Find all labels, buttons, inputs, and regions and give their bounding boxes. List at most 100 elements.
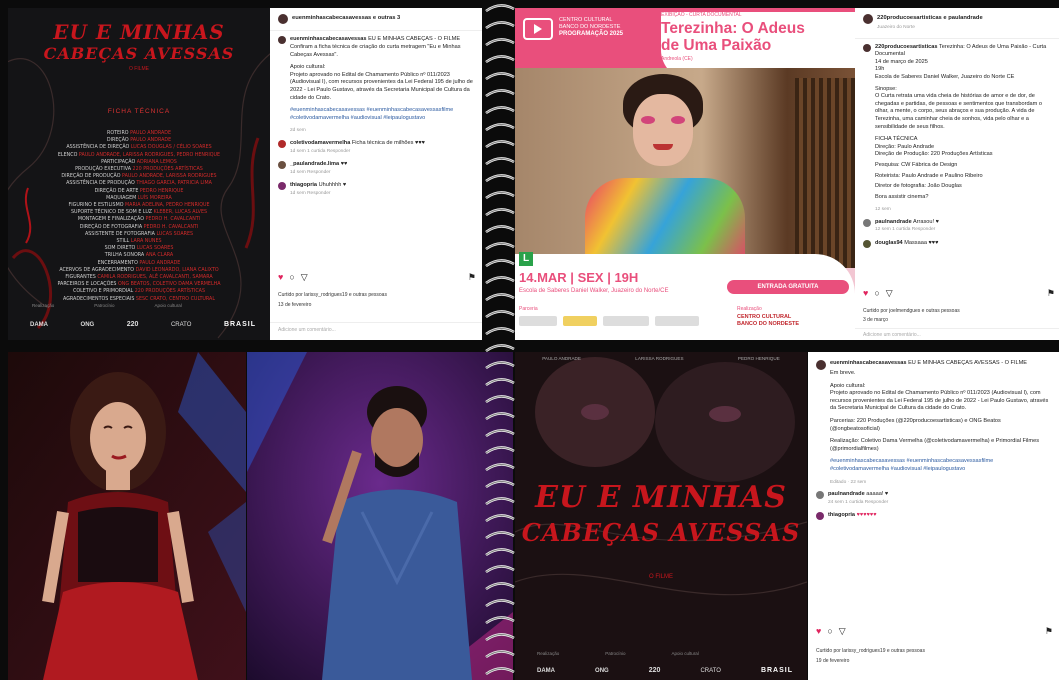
liked-by[interactable]: Curtido por larissy_rodrigues19 e outras… bbox=[278, 292, 387, 300]
credit-name: SESC CRATO, CENTRO CULTURAL bbox=[135, 296, 215, 302]
logo-ong: ONG bbox=[80, 321, 95, 328]
heart-icon[interactable]: ♥ bbox=[863, 289, 868, 298]
header-location[interactable]: Juazeiro do Norte bbox=[877, 24, 915, 32]
credit-row: FIGURINO E ESTILISMO MARIA ADELINA, PEDR… bbox=[28, 202, 250, 209]
credit-name: PEDRO H. CAVALCANTI bbox=[145, 217, 201, 223]
sponsor-logos: DAMA ONG 220 CRATO BRASIL bbox=[537, 667, 793, 674]
comment: coletivodamavermelha Ficha técnica de mi… bbox=[278, 139, 474, 155]
spiral-ring bbox=[485, 89, 515, 98]
header-username[interactable]: 220producoesartisticas e paulandrade bbox=[877, 15, 983, 23]
poster-background bbox=[515, 352, 807, 680]
caption-username[interactable]: 220producoesartisticas bbox=[875, 44, 938, 50]
avatar-icon[interactable] bbox=[278, 161, 286, 170]
caption-username[interactable]: euenminhascabecasavessas bbox=[290, 36, 367, 42]
spiral-ring bbox=[485, 344, 515, 353]
spiral-ring bbox=[485, 378, 515, 387]
credit-row: SOM DIRETO LUCAS SOARES bbox=[28, 245, 250, 252]
spiral-ring bbox=[485, 395, 515, 404]
credit-role: DIREÇÃO DE ARTE bbox=[94, 188, 139, 194]
post-caption: euenminhascabecasavessas EU E MINHAS CAB… bbox=[808, 352, 1059, 521]
event-line: 14 de março de 2025 bbox=[875, 58, 928, 65]
bookmark-icon[interactable]: ⚑ bbox=[1047, 289, 1055, 298]
comment-icon[interactable]: ○ bbox=[874, 289, 879, 298]
caption-username[interactable]: euenminhascabecasavessas bbox=[830, 360, 907, 366]
avatar-icon[interactable] bbox=[278, 14, 288, 24]
bookmark-icon[interactable]: ⚑ bbox=[468, 273, 476, 282]
credit-name: KLEBER, LUCAS ALVES bbox=[153, 210, 208, 216]
comment-username[interactable]: thiagopria bbox=[828, 512, 855, 518]
avatar-icon[interactable] bbox=[863, 218, 871, 227]
credit-row: DIREÇÃO DE ARTE PEDRO HENRIQUE bbox=[28, 188, 250, 195]
post-time: 2d sem bbox=[290, 128, 306, 134]
heart-icon[interactable]: ♥ bbox=[278, 273, 283, 282]
comment-username[interactable]: coletivodamavermelha bbox=[290, 140, 350, 146]
poster-subtitle: O FILME bbox=[128, 66, 149, 72]
credit-role: DIREÇÃO DE PRODUÇÃO bbox=[61, 174, 121, 180]
share-icon[interactable]: ▽ bbox=[886, 289, 893, 298]
add-comment-input[interactable]: Adicione um comentário... bbox=[855, 328, 1059, 340]
caption-line: euenminhascabecasavessas EU E MINHAS CAB… bbox=[816, 360, 1051, 370]
liked-by[interactable]: Curtido por joelmendgues e outras pessoa… bbox=[863, 308, 960, 316]
comment-meta[interactable]: 12 sem 1 curtida Responder bbox=[875, 227, 935, 232]
comment-meta[interactable]: 1d sem 1 curtida Responder bbox=[290, 149, 350, 154]
avatar-icon[interactable] bbox=[863, 14, 873, 24]
spiral-ring bbox=[485, 259, 515, 268]
add-comment-input[interactable]: Adicione um comentário... bbox=[270, 322, 482, 336]
cast-name: PEDRO HENRIQUE bbox=[737, 356, 780, 361]
comment-text: ♥♥♥♥♥♥ bbox=[856, 512, 877, 519]
comment-icon[interactable]: ○ bbox=[827, 627, 832, 636]
share-icon[interactable]: ▽ bbox=[839, 627, 846, 636]
credit-role: SUPORTE TÉCNICO DE SOM E LUZ bbox=[70, 210, 153, 216]
poster-title-line1: EU E MINHAS bbox=[53, 20, 225, 44]
comment-meta[interactable]: 1d sem Responder bbox=[290, 170, 331, 175]
spiral-ring bbox=[485, 242, 515, 251]
credit-row: DIREÇÃO DE FOTOGRAFIA PEDRO H. CAVALCANT… bbox=[28, 224, 250, 231]
spiral-ring bbox=[485, 157, 515, 166]
comment-username[interactable]: _paulandrade.lima bbox=[290, 161, 339, 167]
comment-meta[interactable]: 24 sem 1 curtida Responder bbox=[828, 500, 888, 505]
avatar-icon[interactable] bbox=[278, 139, 286, 148]
credit-role: ASSISTÊNCIA DE PRODUÇÃO bbox=[66, 181, 135, 187]
comment-username[interactable]: douglas94 bbox=[875, 240, 903, 246]
share-icon[interactable]: ▽ bbox=[301, 273, 308, 282]
partner-logos bbox=[519, 316, 699, 326]
bookmark-icon[interactable]: ⚑ bbox=[1045, 627, 1053, 636]
caption-hashtags[interactable]: #euenminhascabecasavessas #euenminhascab… bbox=[830, 458, 1051, 473]
credit-role: FIGURANTES bbox=[65, 275, 96, 281]
spiral-ring bbox=[485, 55, 515, 64]
avatar-icon[interactable] bbox=[278, 36, 286, 44]
event-date: 14.MAR bbox=[519, 270, 567, 285]
spiral-ring bbox=[485, 429, 515, 438]
event-line: 19h bbox=[875, 66, 885, 73]
comment-icon[interactable]: ○ bbox=[289, 273, 294, 282]
avatar-icon[interactable] bbox=[863, 240, 871, 249]
post-header: euenminhascabecasavessas e outras 3 bbox=[270, 8, 482, 31]
film-poster-bottom: PAULO ANDRADE LARISSA RODRIGUES PEDRO HE… bbox=[515, 352, 807, 680]
avatar-icon[interactable] bbox=[816, 360, 826, 370]
avatar-icon[interactable] bbox=[816, 512, 824, 521]
comment-meta[interactable]: 1d sem Responder bbox=[290, 191, 331, 196]
logo-dama: DAMA bbox=[537, 667, 555, 674]
caption-hashtags[interactable]: #euenminhascabecasavessas #euenminhascab… bbox=[290, 107, 474, 122]
comment-username[interactable]: paulnandrade bbox=[875, 219, 912, 225]
comment-username[interactable]: paulnandrade bbox=[828, 491, 865, 497]
credit-row: STILL LARA NUNES bbox=[28, 238, 250, 245]
caption-paragraph: Projeto aprovado no Edital de Chamamento… bbox=[830, 390, 1049, 412]
actor-photo bbox=[247, 352, 513, 680]
event-time: 19H bbox=[614, 270, 639, 285]
credit-role: ASSISTÊNCIA DE DIREÇÃO bbox=[66, 145, 130, 151]
avatar-icon[interactable] bbox=[278, 182, 286, 191]
spiral-ring bbox=[485, 327, 515, 336]
credit-name: LUCAS DOUGLAS / CÉLIO SOARES bbox=[130, 145, 212, 151]
avatar-icon[interactable] bbox=[816, 491, 824, 500]
comment-text: Uhuhhhh ♥ bbox=[318, 182, 347, 189]
comment-username[interactable]: thiagopria bbox=[290, 182, 317, 188]
credit-role: AGRADECIMENTOS ESPECIAIS bbox=[63, 296, 135, 302]
header-username[interactable]: euenminhascabecasavessas e outras 3 bbox=[292, 15, 400, 23]
liked-by[interactable]: Curtido por larissy_rodrigues19 e outras… bbox=[816, 648, 925, 656]
logo-220: 220 bbox=[126, 321, 139, 328]
heart-icon[interactable]: ♥ bbox=[816, 627, 821, 636]
avatar-icon[interactable] bbox=[863, 43, 871, 52]
caption-support-title: Apoio cultural: bbox=[290, 64, 326, 71]
credit-role: ENCERRAMENTO bbox=[97, 260, 138, 266]
